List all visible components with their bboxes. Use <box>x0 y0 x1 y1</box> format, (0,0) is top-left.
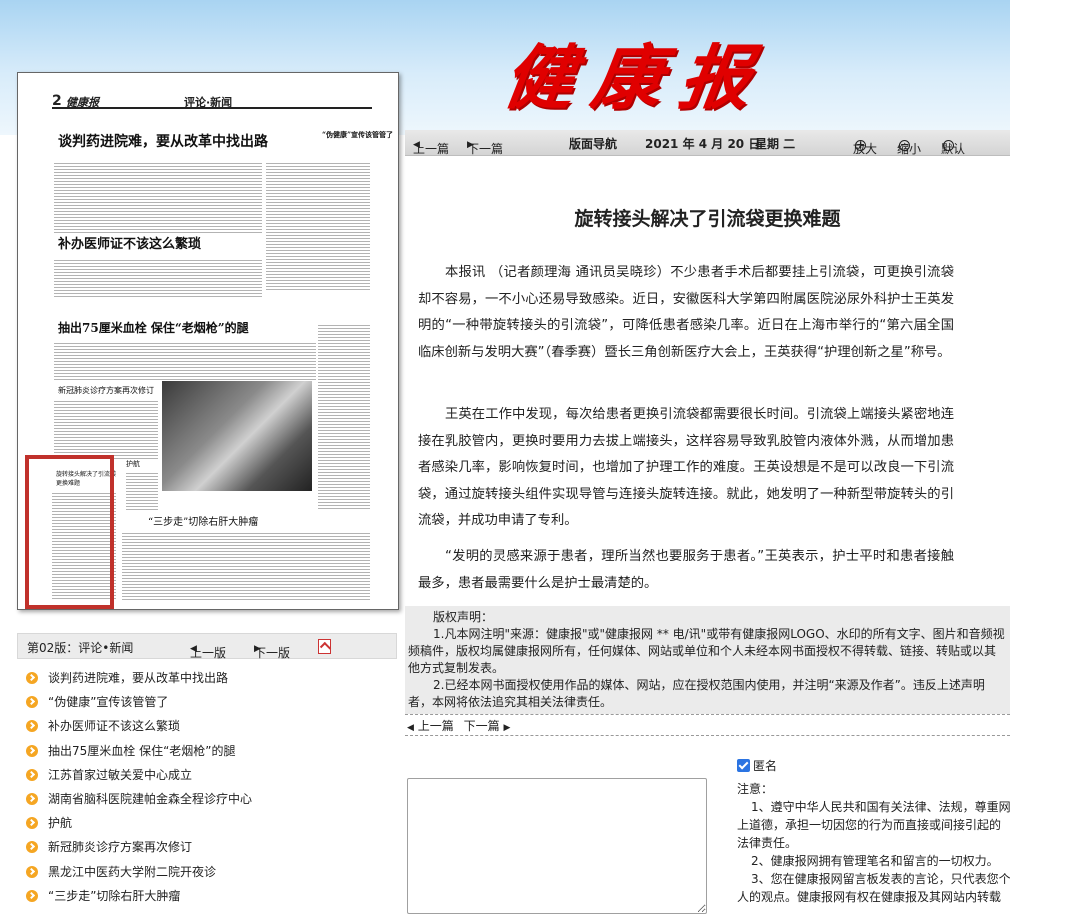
issue-date: 2021 年 4 月 20 日 <box>645 137 761 151</box>
list-item[interactable]: 护航 <box>26 813 252 837</box>
divider <box>405 735 1010 736</box>
arrow-bullet-icon <box>26 841 38 854</box>
thumbnail-text-block <box>266 161 370 291</box>
checkbox-checked-icon[interactable] <box>737 759 750 772</box>
top-navbar: ◀ 上一篇 下一篇 ▶ 版面导航 2021 年 4 月 20 日 星期 二 放大… <box>405 130 1010 156</box>
copyright-notice: 版权声明： 1.凡本网注明"来源：健康报"或"健康报网 ** 电/讯"或带有健康… <box>405 606 1010 714</box>
thumbnail-text-block <box>54 399 158 459</box>
arrow-bullet-icon <box>26 744 38 757</box>
thumbnail-headline[interactable]: “伪健康”宣传该管管了 <box>322 130 393 140</box>
page-navigation-bar: 第02版：评论•新闻 上一版 ◀ ▶ 下一版 <box>17 633 397 660</box>
copyright-heading: 版权声明： <box>433 610 494 624</box>
article-title: 旋转接头解决了引流袋更换难题 <box>574 208 841 230</box>
masthead-logo: 健康报 <box>498 36 775 119</box>
notes-heading: 注意： <box>737 782 774 796</box>
comment-input[interactable] <box>407 778 707 914</box>
thumbnail-text-block <box>54 341 316 381</box>
thumbnail-headline[interactable]: 新冠肺炎诊疗方案再次修订 <box>58 385 154 396</box>
list-item[interactable]: 湖南省脑科医院建帕金森全程诊疗中心 <box>26 789 252 813</box>
left-arrow-icon: ◀ <box>190 644 197 654</box>
thumbnail-text-block <box>318 323 370 511</box>
thumbnail-headline[interactable]: “三步走”切除右肝大肿瘤 <box>148 513 258 528</box>
comment-notes: 注意： 1、遵守中华人民共和国有关法律、法规，尊重网上道德，承担一切因您的行为而… <box>737 780 1012 906</box>
note-item: 1、遵守中华人民共和国有关法律、法规，尊重网上道德，承担一切因您的行为而直接或间… <box>737 800 1011 850</box>
right-arrow-icon: ▶ <box>503 723 511 733</box>
thumbnail-headline[interactable]: 谈判药进院难，要从改革中找出路 <box>58 131 268 151</box>
arrow-bullet-icon <box>26 672 38 684</box>
article-paragraph: “发明的灵感来源于患者，理所当然也要服务于患者。”王英表示，护士平时和患者接触最… <box>418 549 954 591</box>
arrow-bullet-icon <box>26 889 38 902</box>
thumbnail-text-block <box>54 161 262 233</box>
selected-article-highlight <box>25 455 114 609</box>
list-item[interactable]: 补办医师证不该这么繁琐 <box>26 716 252 740</box>
arrow-bullet-icon <box>26 720 38 733</box>
minus-icon: − <box>899 138 910 151</box>
note-item: 3、您在健康报网留言板发表的言论，只代表您个人的观点。健康报网有权在健康报及其网… <box>737 872 1011 904</box>
copyright-item: 1.凡本网注明"来源：健康报"或"健康报网 ** 电/讯"或带有健康报网LOGO… <box>408 627 1005 675</box>
copyright-item: 2.已经本网书面授权使用作品的媒体、网站，应在授权范围内使用，并注明“来源及作者… <box>408 678 985 709</box>
prev-article-link[interactable]: ◀ 上一篇 <box>407 719 454 733</box>
article-list: 谈判药进院难，要从改革中找出路 “伪健康”宣传该管管了 补办医师证不该这么繁琐 … <box>26 668 252 910</box>
layout-nav-link[interactable]: 版面导航 <box>569 135 617 152</box>
pdf-icon[interactable] <box>318 639 331 654</box>
arrow-bullet-icon <box>26 696 38 709</box>
issue-weekday: 星期 二 <box>755 137 796 151</box>
thumbnail-header: 2 健康报 评论·新闻 <box>52 93 372 109</box>
thumbnail-headline[interactable]: 补办医师证不该这么繁琐 <box>58 233 201 252</box>
note-item: 2、健康报网拥有管理笔名和留言的一切权力。 <box>751 854 999 868</box>
article-paragraph: 本报讯 （记者颜理海 通讯员吴晓珍）不少患者手术后都要挂上引流袋，可更换引流袋却… <box>418 265 954 360</box>
arrow-bullet-icon <box>26 865 38 878</box>
left-arrow-icon: ◀ <box>407 723 414 733</box>
page-margin <box>1010 0 1072 914</box>
thumbnail-text-block <box>54 258 262 298</box>
thumbnail-text-block <box>122 531 370 601</box>
page-label: 第02版：评论•新闻 <box>27 641 134 655</box>
next-article-link[interactable]: 下一篇 ▶ <box>464 719 511 733</box>
list-item[interactable]: “三步走”切除右肝大肿瘤 <box>26 886 252 910</box>
thumbnail-page-number: 2 <box>52 93 62 109</box>
list-item[interactable]: 江苏首家过敏关爱中心成立 <box>26 765 252 789</box>
anonymous-checkbox[interactable]: 匿名 <box>737 757 777 774</box>
thumbnail-headline[interactable]: 抽出75厘米血栓 保住“老烟枪”的腿 <box>58 319 249 336</box>
article-paragraph: 王英在工作中发现，每次给患者更换引流袋都需要很长时间。引流袋上端接头紧密地连接在… <box>418 407 954 528</box>
list-item[interactable]: 谈判药进院难，要从改革中找出路 <box>26 668 252 692</box>
right-arrow-icon: ▶ <box>467 140 474 150</box>
list-item[interactable]: “伪健康”宣传该管管了 <box>26 692 252 716</box>
arrow-bullet-icon <box>26 768 38 781</box>
circle-icon <box>943 140 954 151</box>
divider <box>405 714 1010 715</box>
plus-icon: + <box>855 138 866 151</box>
thumbnail-text-block <box>126 471 158 511</box>
list-item[interactable]: 黑龙江中医药大学附二院开夜诊 <box>26 862 252 886</box>
thumbnail-photo <box>162 381 312 491</box>
thumbnail-headline[interactable]: 护航 <box>126 459 140 469</box>
list-item[interactable]: 新冠肺炎诊疗方案再次修订 <box>26 837 252 861</box>
thumbnail-section: 评论·新闻 <box>184 96 233 109</box>
arrow-bullet-icon <box>26 792 38 805</box>
thumbnail-logo: 健康报 <box>66 96 99 109</box>
arrow-bullet-icon <box>26 817 38 830</box>
list-item[interactable]: 抽出75厘米血栓 保住“老烟枪”的腿 <box>26 741 252 765</box>
bottom-article-nav: ◀ 上一篇 下一篇 ▶ <box>407 717 510 734</box>
